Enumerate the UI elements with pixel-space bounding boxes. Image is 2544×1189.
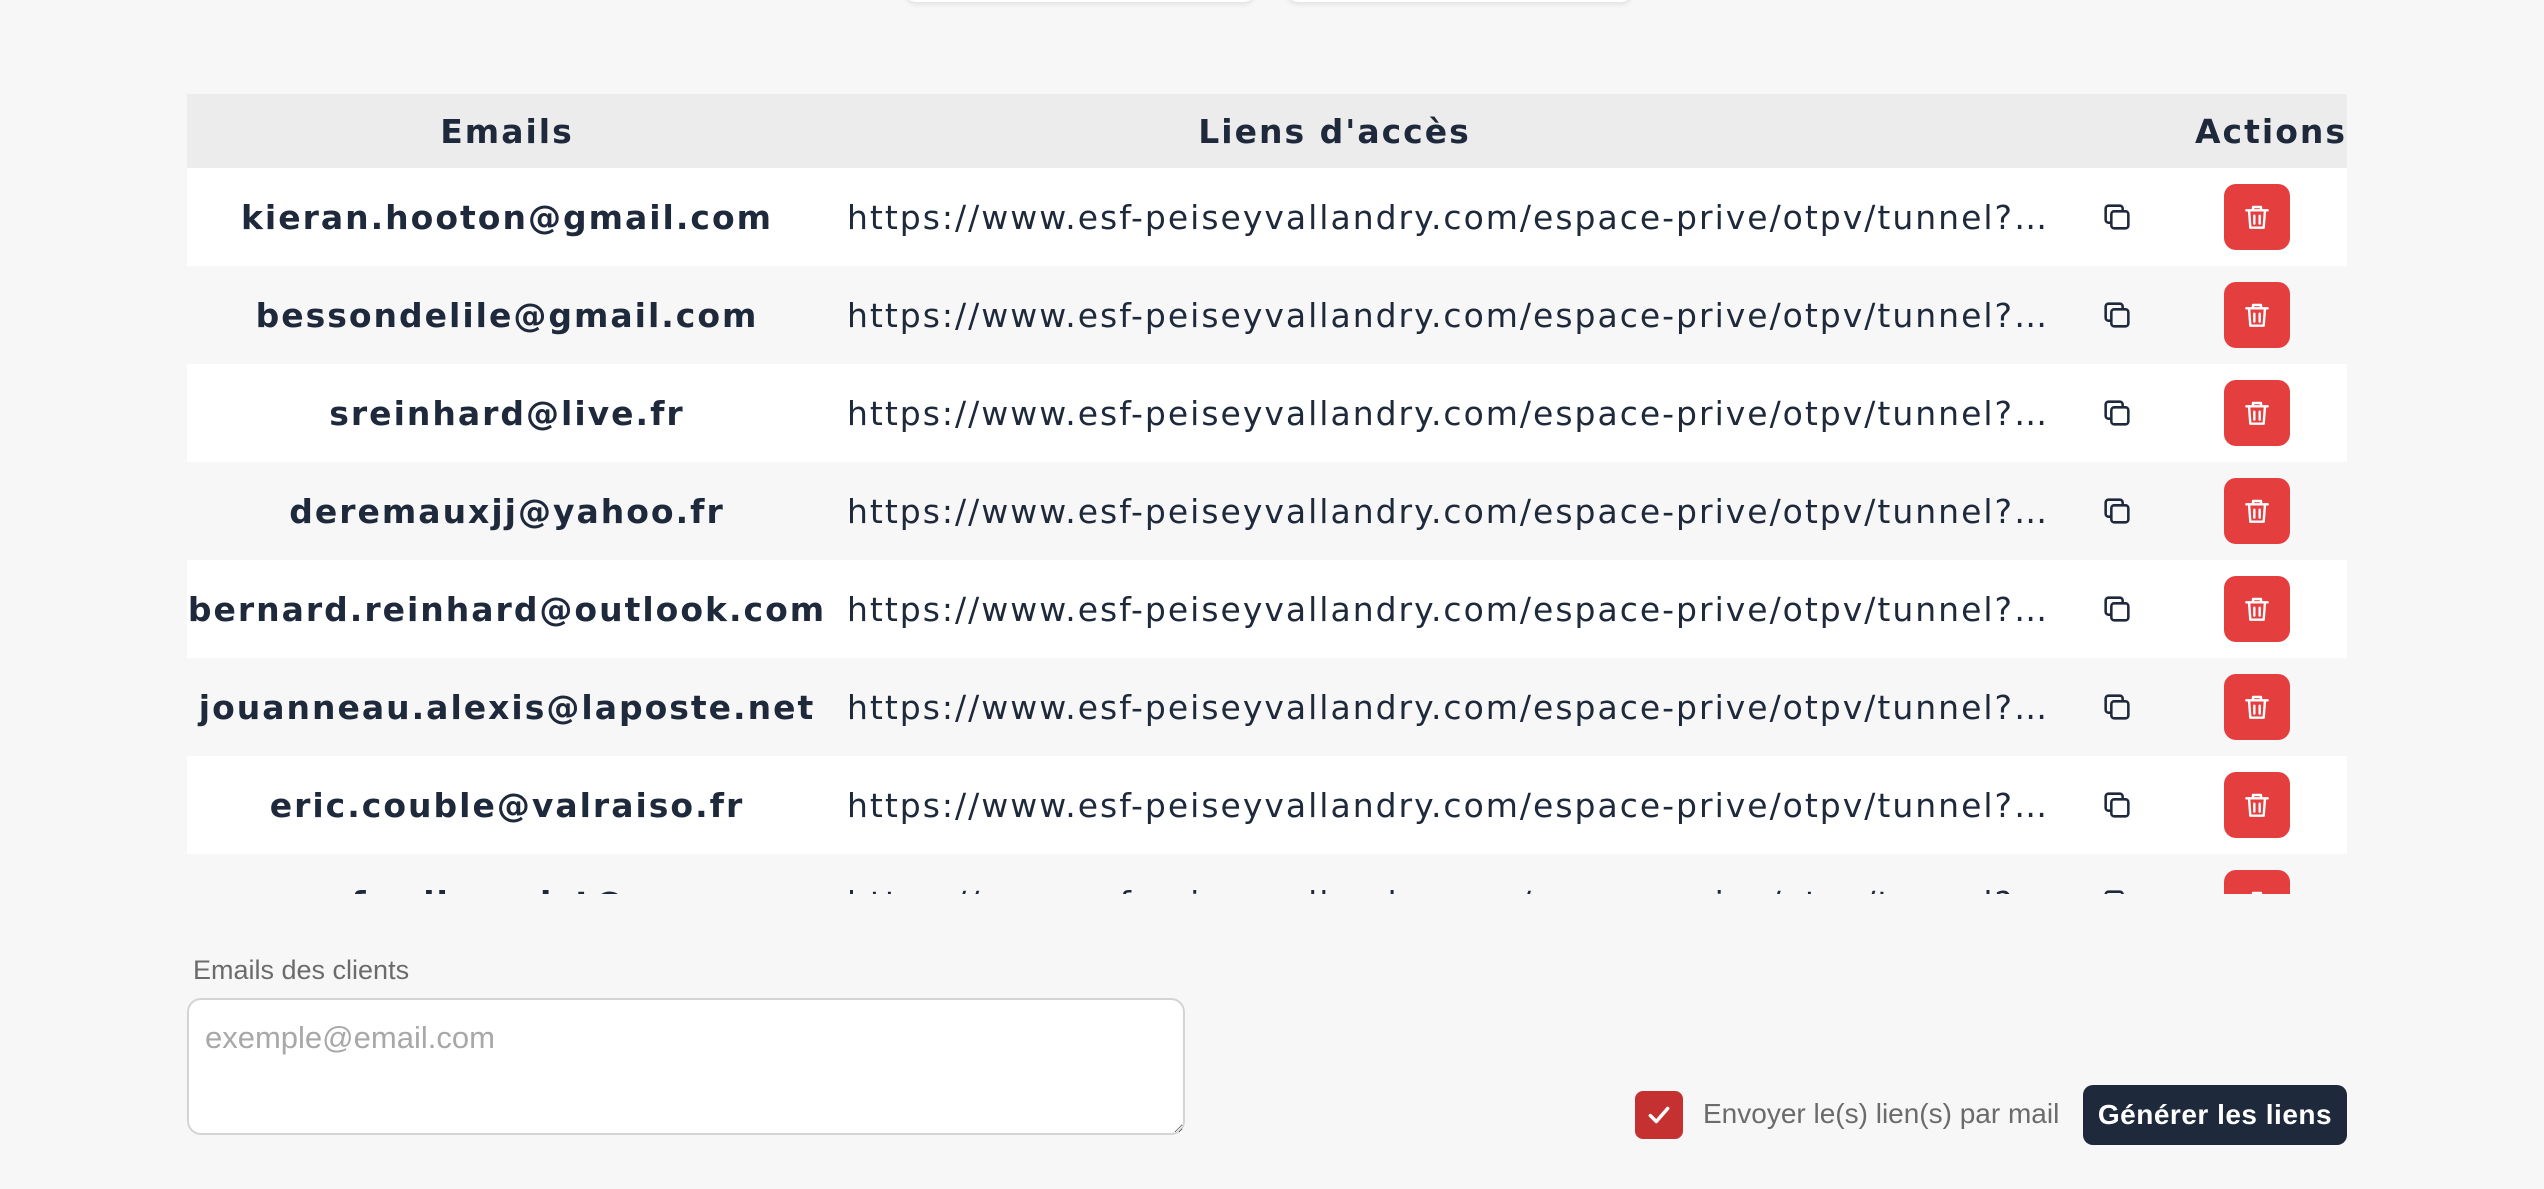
row-email: bernard.reinhard@outlook.com (187, 589, 827, 629)
row-link: https://www.esf-peiseyvallandry.com/espa… (847, 785, 2057, 825)
copy-icon (2104, 302, 2130, 328)
copy-icon (2104, 792, 2130, 818)
row-link-cell: https://www.esf-peiseyvallandry.com/espa… (827, 590, 2057, 629)
header-emails: Emails (440, 111, 574, 151)
table-row: sreinhard@live.fr https://www.esf-peiseyv… (187, 364, 2347, 462)
row-link-cell: https://www.esf-peiseyvallandry.com/espa… (827, 394, 2057, 433)
delete-row-button[interactable] (2224, 478, 2290, 544)
table-row: kieran.hooton@gmail.com https://www.esf-p… (187, 168, 2347, 266)
row-link-cell: https://www.esf-peiseyvallandry.com/espa… (827, 492, 2057, 531)
row-link-cell: https://www.esf-peiseyvallandry.com/espa… (827, 296, 2057, 335)
table-row: eric.couble@valraiso.fr https://www.esf-p… (187, 756, 2347, 854)
row-email: kieran.hooton@gmail.com (240, 197, 774, 237)
trash-icon (2245, 597, 2269, 621)
trash-icon (2245, 205, 2269, 229)
send-by-mail-label: Envoyer le(s) lien(s) par mail (1703, 1098, 2060, 1129)
row-link: https://www.esf-peiseyvallandry.com/espa… (847, 884, 2057, 895)
table-row: deremauxjj@yahoo.fr https://www.esf-peise… (187, 462, 2347, 560)
top-button-left[interactable] (905, 0, 1255, 2)
copy-icon (2104, 400, 2130, 426)
copy-icon (2104, 498, 2130, 524)
table-row: bessondelile@gmail.com https://www.esf-pe… (187, 266, 2347, 364)
row-email: eric.couble@valraiso.fr (269, 785, 745, 825)
row-email: bessondelile@gmail.com (255, 295, 759, 335)
row-link: https://www.esf-peiseyvallandry.com/espa… (847, 295, 2057, 335)
header-links: Liens d'accès (1198, 111, 1471, 151)
copy-icon (2104, 596, 2130, 622)
copy-icon (2104, 694, 2130, 720)
generate-links-button[interactable]: Générer les liens (2083, 1085, 2347, 1145)
delete-row-button[interactable] (2224, 184, 2290, 250)
emails-textarea[interactable] (187, 998, 1185, 1135)
table-body: kieran.hooton@gmail.com https://www.esf-p… (187, 168, 2347, 894)
row-link: https://www.esf-peiseyvallandry.com/espa… (847, 491, 2057, 531)
copy-link-button[interactable] (2097, 589, 2137, 629)
trash-icon (2245, 793, 2269, 817)
row-email: jouanneau.alexis@laposte.net (198, 687, 816, 727)
send-by-mail-checkbox[interactable] (1635, 1091, 1683, 1139)
copy-icon (2104, 204, 2130, 230)
top-buttons-area (0, 0, 2544, 10)
emails-label: Emails des clients (193, 955, 410, 985)
row-link-cell: https://www.esf-peiseyvallandry.com/espa… (827, 884, 2057, 895)
row-link-cell: https://www.esf-peiseyvallandry.com/espa… (827, 688, 2057, 727)
delete-row-button[interactable] (2224, 282, 2290, 348)
copy-link-button[interactable] (2097, 785, 2137, 825)
delete-row-button[interactable] (2224, 674, 2290, 740)
delete-row-button[interactable] (2224, 870, 2290, 894)
delete-row-button[interactable] (2224, 380, 2290, 446)
trash-icon (2245, 401, 2269, 425)
header-actions: Actions (2195, 111, 2347, 151)
table-row: bernard.reinhard@outlook.com https://www.… (187, 560, 2347, 658)
row-email: f.rolin.ouist@… (187, 884, 827, 895)
trash-icon (2245, 695, 2269, 719)
row-link-cell: https://www.esf-peiseyvallandry.com/espa… (827, 786, 2057, 825)
copy-icon (2104, 890, 2124, 894)
copy-link-button[interactable] (2097, 491, 2137, 531)
check-icon (1648, 1106, 1670, 1124)
table-row: jouanneau.alexis@laposte.net https://www.… (187, 658, 2347, 756)
delete-row-button[interactable] (2224, 576, 2290, 642)
row-link: https://www.esf-peiseyvallandry.com/espa… (847, 589, 2057, 629)
copy-link-button[interactable] (2097, 295, 2137, 335)
trash-icon (2251, 891, 2263, 894)
copy-link-button[interactable] (2097, 687, 2137, 727)
row-link: https://www.esf-peiseyvallandry.com/espa… (847, 393, 2057, 433)
table-row: f.rolin.ouist@… https://www.esf-peiseyval… (187, 854, 2347, 894)
top-button-right[interactable] (1287, 0, 1632, 2)
row-email: deremauxjj@yahoo.fr (289, 491, 725, 531)
table-header: Emails Liens d'accès Actions (187, 94, 2347, 168)
row-link: https://www.esf-peiseyvallandry.com/espa… (847, 687, 2057, 727)
row-link-cell: https://www.esf-peiseyvallandry.com/espa… (827, 198, 2057, 237)
row-email: sreinhard@live.fr (329, 393, 685, 433)
trash-icon (2245, 303, 2269, 327)
copy-link-button[interactable] (2097, 393, 2137, 433)
trash-icon (2245, 499, 2269, 523)
copy-link-button[interactable] (2097, 197, 2137, 237)
row-link: https://www.esf-peiseyvallandry.com/espa… (847, 197, 2057, 237)
links-table: Emails Liens d'accès Actions kieran.hoot… (187, 94, 2347, 894)
copy-link-button[interactable] (2097, 883, 2137, 894)
delete-row-button[interactable] (2224, 772, 2290, 838)
